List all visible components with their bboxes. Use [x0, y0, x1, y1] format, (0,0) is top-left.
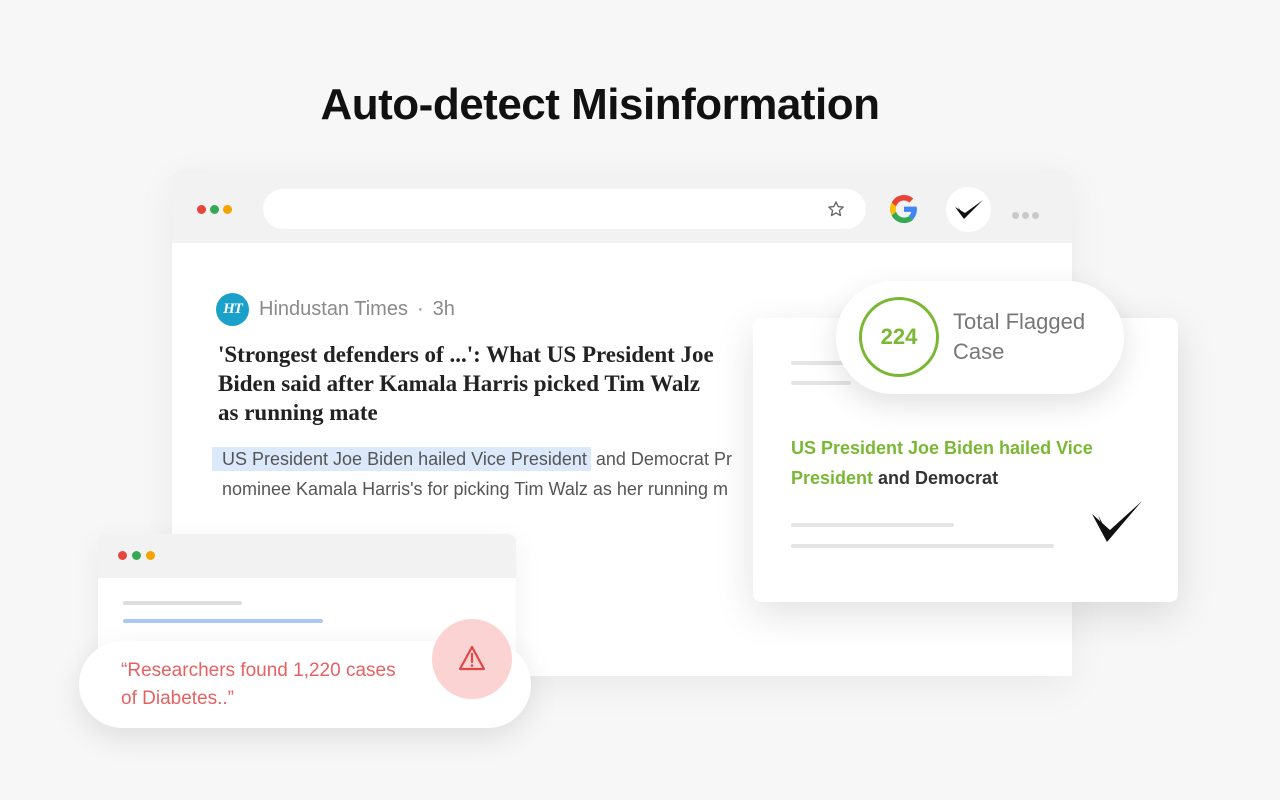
source-name[interactable]: Hindustan Times [259, 298, 408, 321]
quote-text: “Researchers found 1,220 cases of Diabet… [121, 660, 396, 709]
address-bar[interactable] [263, 189, 866, 229]
window-close-dot[interactable] [197, 205, 206, 214]
placeholder-line [123, 601, 242, 605]
separator: · [416, 297, 424, 320]
star-icon[interactable] [826, 199, 846, 219]
hindustan-times-logo: HT [216, 292, 249, 326]
warning-badge[interactable] [432, 619, 512, 699]
placeholder-line-highlighted [123, 619, 323, 623]
placeholder-line [791, 381, 851, 385]
extension-button[interactable] [946, 187, 991, 232]
article-source: HT Hindustan Times · 3h [216, 292, 455, 326]
checkmark-icon [1092, 501, 1142, 542]
window-close-dot [118, 551, 127, 560]
checkmark-extension-icon [955, 200, 983, 219]
flagged-label: Total Flagged Case [953, 309, 1086, 364]
article-body: US President Joe Biden hailed Vice Presi… [212, 444, 832, 504]
browser-toolbar [172, 170, 1072, 243]
window-minimize-dot [146, 551, 155, 560]
headline: Auto-detect Misinformation [320, 80, 880, 129]
window-maximize-dot [132, 551, 141, 560]
article-time: 3h [432, 297, 455, 320]
placeholder-line [791, 544, 1054, 548]
google-icon[interactable] [890, 195, 918, 223]
verified-claim-text: US President Joe Biden hailed Vice Presi… [791, 433, 1121, 493]
highlighted-claim[interactable]: US President Joe Biden hailed Vice Presi… [212, 447, 591, 471]
warning-icon [458, 645, 486, 671]
window-maximize-dot[interactable] [210, 205, 219, 214]
flagged-count: 224 [859, 297, 939, 377]
verified-claim-rest: and Democrat [873, 468, 999, 488]
article-title[interactable]: 'Strongest defenders of ...': What US Pr… [218, 340, 718, 427]
more-icon[interactable] [1012, 206, 1042, 224]
article-body-line2: nominee Kamala Harris's for picking Tim … [222, 479, 728, 499]
article-body-line1: and Democrat Pr [590, 449, 732, 469]
mini-browser-toolbar [98, 534, 516, 578]
placeholder-line [791, 523, 954, 527]
window-minimize-dot[interactable] [223, 205, 232, 214]
flagged-count-pill[interactable]: 224 Total Flagged Case [836, 281, 1124, 394]
